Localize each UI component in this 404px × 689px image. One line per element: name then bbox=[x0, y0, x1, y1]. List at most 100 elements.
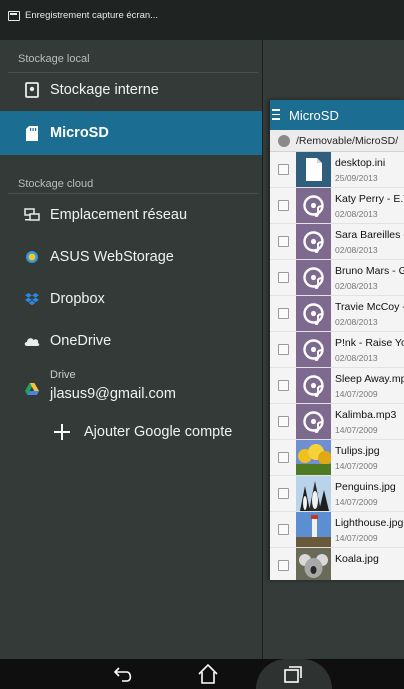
file-row[interactable]: Bruno Mars - Gi 02/08/2013 bbox=[270, 260, 404, 296]
file-date: 02/08/2013 bbox=[335, 353, 378, 363]
file-row[interactable]: Lighthouse.jpg 14/07/2009 bbox=[270, 512, 404, 548]
file-list-panel: MicroSD /Removable/MicroSD/ desktop.ini 2… bbox=[270, 100, 404, 580]
status-bar: Enregistrement capture écran... bbox=[0, 0, 404, 40]
file-date: 14/07/2009 bbox=[335, 389, 378, 399]
file-date: 14/07/2009 bbox=[335, 497, 378, 507]
koala-thumbnail bbox=[296, 548, 331, 580]
home-icon bbox=[198, 663, 218, 684]
drive-label: Drive bbox=[50, 369, 76, 381]
file-date: 02/08/2013 bbox=[335, 209, 378, 219]
file-checkbox[interactable] bbox=[278, 236, 289, 247]
file-row[interactable]: Koala.jpg bbox=[270, 548, 404, 580]
file-checkbox[interactable] bbox=[278, 524, 289, 535]
file-name: Sleep Away.mp bbox=[335, 373, 404, 385]
add-google-account-button[interactable]: Ajouter Google compte bbox=[0, 411, 262, 453]
music-icon bbox=[296, 188, 331, 223]
music-icon bbox=[296, 368, 331, 403]
file-thumbnail bbox=[296, 296, 331, 331]
drive-account: jlasus9@gmail.com bbox=[50, 386, 176, 402]
dropbox-icon bbox=[24, 291, 40, 307]
back-icon bbox=[113, 667, 132, 682]
file-thumbnail bbox=[296, 512, 331, 547]
file-thumbnail bbox=[296, 440, 331, 475]
file-name: P!nk - Raise Yo bbox=[335, 337, 404, 349]
file-panel-title: MicroSD bbox=[289, 107, 339, 123]
file-name: desktop.ini bbox=[335, 157, 386, 169]
file-date: 14/07/2009 bbox=[335, 461, 378, 471]
file-name: Travie McCoy - bbox=[335, 301, 404, 313]
sd-card-icon bbox=[24, 125, 40, 141]
recents-icon bbox=[284, 666, 302, 683]
screen-capture-icon bbox=[8, 10, 20, 21]
phone-storage-icon bbox=[24, 82, 40, 98]
file-checkbox[interactable] bbox=[278, 272, 289, 283]
file-date: 25/09/2013 bbox=[335, 173, 378, 183]
breadcrumb[interactable]: /Removable/MicroSD/ bbox=[270, 130, 404, 152]
file-thumbnail bbox=[296, 188, 331, 223]
file-row[interactable]: Penguins.jpg 14/07/2009 bbox=[270, 476, 404, 512]
drawer-item-label: Stockage interne bbox=[50, 82, 159, 98]
file-checkbox[interactable] bbox=[278, 560, 289, 571]
status-notification-text: Enregistrement capture écran... bbox=[25, 10, 159, 21]
section-cloud-storage: Stockage cloud bbox=[18, 178, 94, 190]
menu-icon[interactable] bbox=[272, 109, 280, 120]
back-button[interactable] bbox=[104, 661, 144, 687]
drawer-item-dropbox[interactable]: Dropbox bbox=[0, 278, 262, 320]
file-thumbnail bbox=[296, 476, 331, 511]
onedrive-icon bbox=[24, 333, 40, 349]
file-thumbnail bbox=[296, 332, 331, 367]
storage-path-icon bbox=[278, 135, 290, 147]
file-checkbox[interactable] bbox=[278, 344, 289, 355]
file-row[interactable]: Katy Perry - E.T 02/08/2013 bbox=[270, 188, 404, 224]
google-drive-icon bbox=[24, 381, 40, 397]
file-row[interactable]: Sleep Away.mp 14/07/2009 bbox=[270, 368, 404, 404]
status-notification[interactable]: Enregistrement capture écran... bbox=[8, 10, 158, 21]
file-checkbox[interactable] bbox=[278, 488, 289, 499]
drawer-item-internal-storage[interactable]: Stockage interne bbox=[0, 69, 262, 111]
drawer-item-drive[interactable]: Drive jlasus9@gmail.com bbox=[0, 363, 262, 411]
lighthouse-thumbnail bbox=[296, 512, 331, 547]
file-name: Kalimba.mp3 bbox=[335, 409, 397, 421]
drawer-item-microsd[interactable]: MicroSD bbox=[0, 111, 262, 155]
file-row[interactable]: desktop.ini 25/09/2013 bbox=[270, 152, 404, 188]
navigation-drawer: Stockage local Stockage interne MicroSD … bbox=[0, 40, 262, 659]
file-checkbox[interactable] bbox=[278, 452, 289, 463]
file-checkbox[interactable] bbox=[278, 380, 289, 391]
file-row[interactable]: Sara Bareilles - 02/08/2013 bbox=[270, 224, 404, 260]
drawer-item-label: Dropbox bbox=[50, 291, 105, 307]
path-text: /Removable/MicroSD/ bbox=[296, 134, 399, 147]
music-icon bbox=[296, 224, 331, 259]
file-row[interactable]: Travie McCoy - 02/08/2013 bbox=[270, 296, 404, 332]
network-icon bbox=[24, 207, 40, 223]
file-date: 14/07/2009 bbox=[335, 425, 378, 435]
file-name: Sara Bareilles - bbox=[335, 229, 404, 241]
file-panel-header: MicroSD bbox=[270, 100, 404, 130]
file-name: Tulips.jpg bbox=[335, 445, 380, 457]
recents-button[interactable] bbox=[273, 661, 313, 687]
plus-icon bbox=[52, 422, 72, 442]
file-thumbnail bbox=[296, 260, 331, 295]
music-icon bbox=[296, 260, 331, 295]
file-row[interactable]: P!nk - Raise Yo 02/08/2013 bbox=[270, 332, 404, 368]
file-row[interactable]: Tulips.jpg 14/07/2009 bbox=[270, 440, 404, 476]
drawer-item-asus-webstorage[interactable]: ASUS WebStorage bbox=[0, 236, 262, 278]
file-thumbnail bbox=[296, 368, 331, 403]
section-local-storage: Stockage local bbox=[18, 53, 90, 65]
add-google-account-label: Ajouter Google compte bbox=[84, 424, 233, 440]
file-checkbox[interactable] bbox=[278, 416, 289, 427]
file-checkbox[interactable] bbox=[278, 200, 289, 211]
file-row[interactable]: Kalimba.mp3 14/07/2009 bbox=[270, 404, 404, 440]
drawer-item-network[interactable]: Emplacement réseau bbox=[0, 194, 262, 236]
file-checkbox[interactable] bbox=[278, 308, 289, 319]
file-name: Katy Perry - E.T bbox=[335, 193, 404, 205]
document-icon bbox=[296, 152, 331, 187]
drawer-item-onedrive[interactable]: OneDrive bbox=[0, 320, 262, 362]
home-button[interactable] bbox=[188, 661, 228, 687]
file-name: Koala.jpg bbox=[335, 553, 379, 565]
file-thumbnail bbox=[296, 404, 331, 439]
file-thumbnail bbox=[296, 152, 331, 187]
file-checkbox[interactable] bbox=[278, 164, 289, 175]
file-thumbnail bbox=[296, 548, 331, 580]
file-thumbnail bbox=[296, 224, 331, 259]
file-date: 02/08/2013 bbox=[335, 245, 378, 255]
